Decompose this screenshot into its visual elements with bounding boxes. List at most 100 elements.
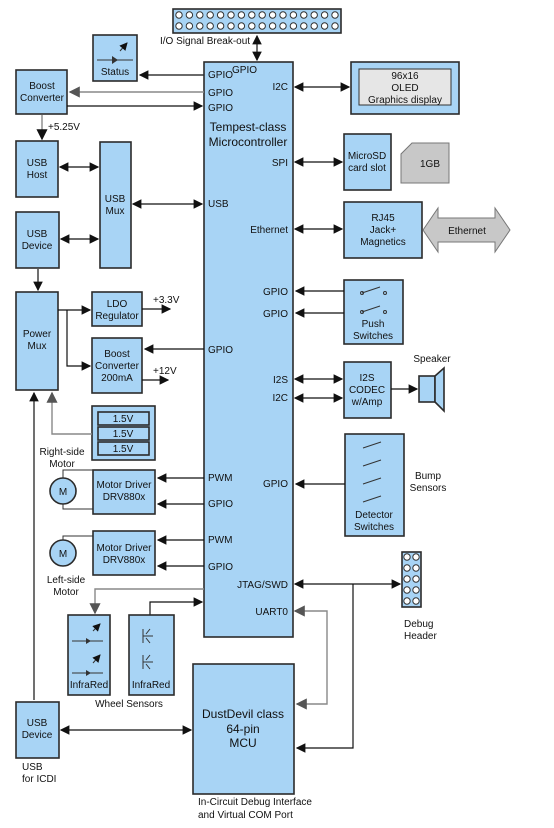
wheel-sensors-label: Wheel Sensors <box>95 699 163 710</box>
svg-text:DustDevil class: DustDevil class <box>202 707 284 721</box>
debug-header <box>401 551 422 608</box>
usb-device: USB Device <box>15 211 60 269</box>
i2s-codec: I2S CODEC w/Amp <box>343 361 392 419</box>
svg-text:OLED: OLED <box>391 83 418 94</box>
microsd-slot: MicroSD card slot <box>343 133 392 191</box>
rj45-jack: RJ45 Jack+ Magnetics <box>343 201 423 259</box>
svg-text:Motor: Motor <box>53 587 79 598</box>
svg-text:I2S: I2S <box>359 373 374 384</box>
io-breakout-header <box>172 8 342 34</box>
svg-text:Device: Device <box>22 241 53 252</box>
svg-text:200mA: 200mA <box>101 373 133 384</box>
header-pin <box>227 22 235 30</box>
header-pin <box>175 11 183 19</box>
header-pin <box>331 22 339 30</box>
svg-text:Detector: Detector <box>355 510 393 521</box>
oled-display: 96x16 OLED Graphics display <box>350 61 460 115</box>
header-pin <box>279 11 287 19</box>
dustdevil-mcu: DustDevil class 64-pin MCU <box>192 663 295 795</box>
svg-text:I2C: I2C <box>272 82 288 93</box>
header-pin <box>300 22 308 30</box>
svg-text:Sensors: Sensors <box>410 483 447 494</box>
svg-text:GPIO: GPIO <box>208 345 233 356</box>
header-pin <box>279 22 287 30</box>
svg-text:Ethernet: Ethernet <box>250 225 288 236</box>
svg-text:LDO: LDO <box>107 299 128 310</box>
svg-text:GPIO: GPIO <box>263 309 288 320</box>
svg-text:Microcontroller: Microcontroller <box>209 135 288 149</box>
svg-text:USB: USB <box>208 199 229 210</box>
header-pin <box>412 553 420 561</box>
header-pin <box>216 11 225 19</box>
svg-text:PWM: PWM <box>208 473 232 484</box>
infrared-receiver: InfraRed <box>128 614 175 696</box>
left-motor-label: Left-side <box>47 575 86 586</box>
svg-text:SPI: SPI <box>272 158 288 169</box>
header-pin <box>403 553 411 561</box>
svg-text:Device: Device <box>22 730 53 741</box>
svg-text:Motor Driver: Motor Driver <box>96 480 152 491</box>
svg-text:Mux: Mux <box>106 206 125 217</box>
svg-text:for ICDI: for ICDI <box>22 774 56 785</box>
header-pin <box>403 575 411 583</box>
svg-text:Regulator: Regulator <box>95 311 139 322</box>
io-breakout-label: I/O Signal Break-out <box>160 36 250 47</box>
svg-text:Switches: Switches <box>353 331 393 342</box>
sd-card-icon: 1GB <box>400 142 450 184</box>
battery-pack: 1.5V 1.5V 1.5V <box>91 405 156 461</box>
header-pin <box>196 22 204 30</box>
svg-text:I2C: I2C <box>272 393 288 404</box>
header-pin <box>412 597 420 605</box>
svg-text:I2S: I2S <box>273 375 288 386</box>
svg-text:PWM: PWM <box>208 535 232 546</box>
svg-text:Status: Status <box>101 67 129 78</box>
svg-text:DRV880x: DRV880x <box>103 555 146 566</box>
svg-text:GPIO: GPIO <box>208 103 233 114</box>
header-pin <box>196 11 204 19</box>
left-motor: M <box>49 535 93 567</box>
svg-text:Boost: Boost <box>29 81 55 92</box>
svg-text:InfraRed: InfraRed <box>70 680 108 691</box>
svg-text:Debug: Debug <box>404 619 433 630</box>
header-pin <box>248 11 256 19</box>
svg-text:card slot: card slot <box>348 163 386 174</box>
header-pin <box>237 11 246 19</box>
usb-mux: USB Mux <box>99 141 132 269</box>
motor-driver-right: Motor Driver DRV880x <box>92 469 156 515</box>
svg-text:Motor Driver: Motor Driver <box>96 543 152 554</box>
header-pin <box>175 22 183 30</box>
svg-text:1.5V: 1.5V <box>113 429 134 440</box>
header-pin <box>412 586 420 594</box>
motor-driver-left: Motor Driver DRV880x <box>92 530 156 576</box>
tempest-microcontroller: GPIO GPIO GPIO GPIO I2C Tempest-class Mi… <box>203 61 294 638</box>
header-pin <box>289 22 298 30</box>
header-pin <box>248 22 256 30</box>
boost-converter-200ma: Boost Converter 200mA <box>91 337 143 394</box>
header-pin <box>320 22 329 30</box>
power-mux: Power Mux <box>15 291 59 391</box>
svg-text:Power: Power <box>23 329 52 340</box>
svg-text:96x16: 96x16 <box>391 71 419 82</box>
svg-text:USB: USB <box>27 718 48 729</box>
header-pin <box>206 11 214 19</box>
header-pin <box>185 11 194 19</box>
header-pin <box>310 22 318 30</box>
detector-switches: Detector Switches <box>344 433 405 537</box>
svg-text:M: M <box>59 549 67 560</box>
svg-text:GPIO: GPIO <box>208 70 233 81</box>
svg-text:M: M <box>59 487 67 498</box>
svg-text:1.5V: 1.5V <box>113 444 134 455</box>
header-pin <box>206 22 214 30</box>
svg-text:Graphics display: Graphics display <box>368 95 442 106</box>
svg-text:GPIO: GPIO <box>208 88 233 99</box>
svg-text:DRV880x: DRV880x <box>103 492 146 503</box>
svg-text:Push: Push <box>362 319 385 330</box>
svg-text:UART0: UART0 <box>255 607 288 618</box>
header-pin <box>258 22 266 30</box>
ldo-regulator: LDO Regulator <box>91 291 143 327</box>
speaker-label: Speaker <box>413 354 451 365</box>
header-pin <box>412 575 420 583</box>
svg-text:Converter: Converter <box>95 361 140 372</box>
svg-text:GPIO: GPIO <box>232 65 257 76</box>
svg-text:Mux: Mux <box>28 341 47 352</box>
